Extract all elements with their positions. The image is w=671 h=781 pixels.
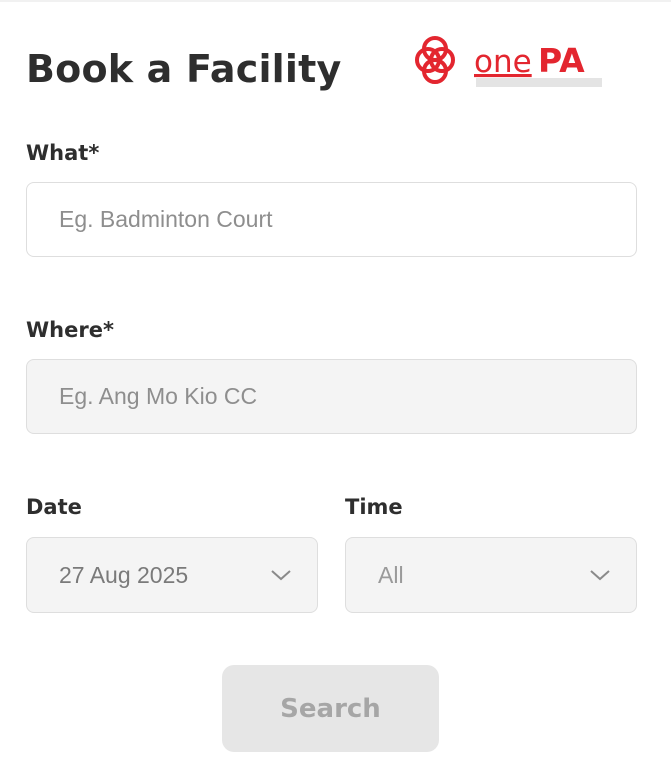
where-field[interactable]: [26, 359, 637, 434]
page-title: Book a Facility: [26, 47, 342, 91]
search-button[interactable]: Search: [222, 665, 439, 752]
time-value: All: [378, 561, 404, 588]
what-field[interactable]: [26, 182, 637, 257]
where-label: Where*: [26, 318, 114, 342]
chevron-down-icon: [271, 570, 291, 581]
time-label: Time: [345, 495, 403, 519]
what-label: What*: [26, 141, 100, 165]
logo-text-pa: PA: [538, 41, 585, 80]
logo-tagline-band: [476, 78, 602, 87]
date-value: 27 Aug 2025: [59, 561, 189, 588]
top-divider: [0, 0, 671, 2]
where-input[interactable]: [59, 383, 636, 410]
logo-text-one: one: [474, 44, 532, 80]
onepa-logo: one PA: [412, 34, 608, 92]
onepa-logo-icon: one PA: [415, 36, 602, 87]
time-select[interactable]: All: [345, 537, 637, 613]
what-input[interactable]: [59, 206, 636, 233]
date-select[interactable]: 27 Aug 2025: [26, 537, 318, 613]
chevron-down-icon: [590, 570, 610, 581]
date-label: Date: [26, 495, 82, 519]
